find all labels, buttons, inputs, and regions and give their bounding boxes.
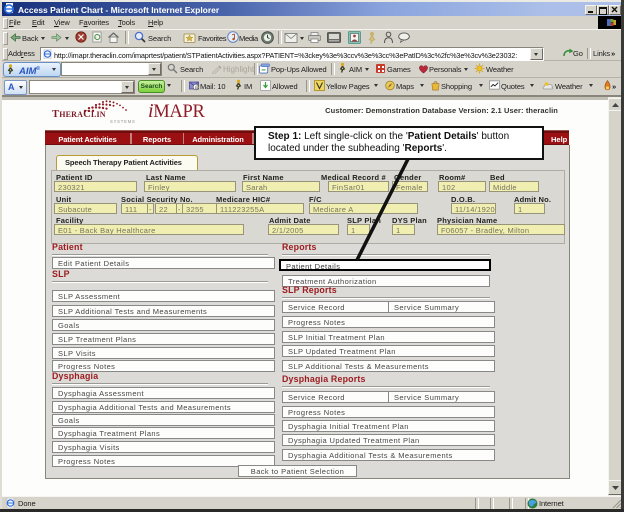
svg-text:@: @: [195, 85, 199, 90]
